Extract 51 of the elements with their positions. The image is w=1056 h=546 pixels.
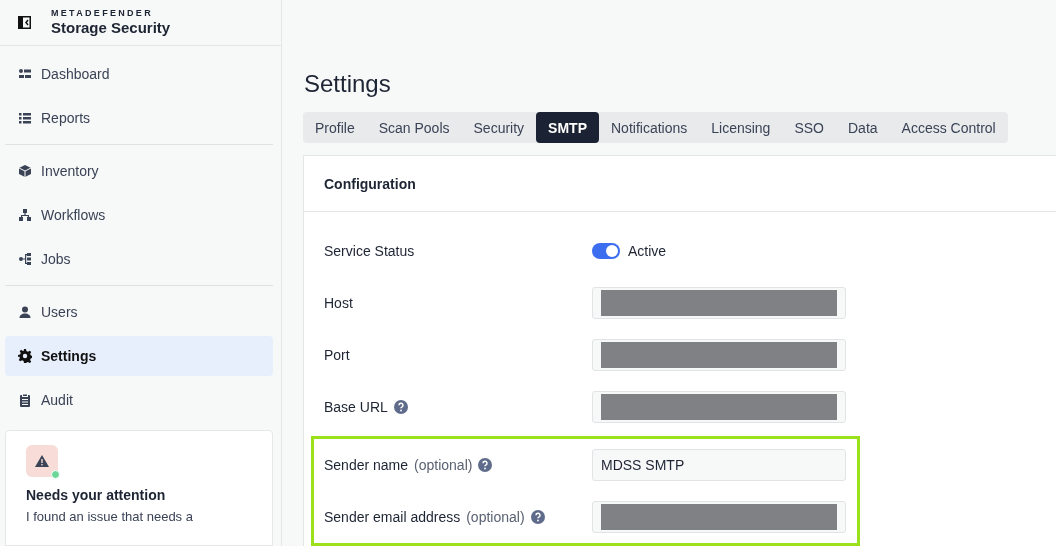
sidebar-item[interactable]: Jobs	[5, 239, 273, 279]
sidebar-item[interactable]: Settings	[5, 336, 273, 376]
clipboard-icon	[18, 393, 32, 407]
sidebar-item[interactable]: Reports	[5, 98, 273, 138]
tab[interactable]: Notifications	[599, 112, 700, 143]
tab[interactable]: Profile	[303, 112, 367, 143]
alert-text: I found an issue that needs a	[26, 509, 194, 524]
tab[interactable]: Scan Pools	[366, 112, 462, 143]
help-icon[interactable]	[478, 458, 493, 472]
input-field[interactable]	[592, 391, 846, 423]
dashboard-icon	[18, 67, 32, 81]
cube-icon	[18, 164, 32, 178]
input-field[interactable]	[592, 339, 846, 371]
status-toggle[interactable]	[592, 243, 620, 259]
field-label: Port	[324, 347, 350, 363]
brand-title: Storage Security	[51, 19, 171, 37]
tab[interactable]: Data	[836, 112, 890, 143]
user-icon	[18, 305, 32, 319]
sidebar-item[interactable]: Users	[5, 292, 273, 332]
input-field[interactable]	[592, 501, 846, 533]
tab[interactable]: Security	[461, 112, 537, 143]
hierarchy-icon	[18, 208, 32, 222]
field-label: Host	[324, 295, 353, 311]
page-title: Settings	[304, 70, 392, 98]
help-icon[interactable]	[393, 400, 408, 414]
sidebar-collapse-icon[interactable]	[18, 16, 31, 29]
tab[interactable]: Access Control	[889, 112, 1008, 143]
status-value: Active	[628, 243, 667, 259]
optional-note: (optional)	[466, 509, 525, 525]
sidebar-item[interactable]: Inventory	[5, 151, 273, 191]
tab[interactable]: SSO	[782, 112, 836, 143]
settings-icon	[18, 349, 32, 363]
input-field[interactable]	[592, 287, 846, 319]
field-label: Base URL	[324, 399, 388, 415]
brand-overline: METADEFENDER	[51, 8, 154, 19]
tab[interactable]: SMTP	[536, 112, 599, 143]
tab[interactable]: Licensing	[699, 112, 783, 143]
field-label: Sender name	[324, 457, 409, 473]
sidebar-item[interactable]: Dashboard	[5, 54, 273, 94]
card-title: Configuration	[324, 175, 416, 192]
field-label: Service Status	[324, 243, 415, 259]
sidebar-item[interactable]: Audit	[5, 380, 273, 420]
sidebar-item[interactable]: Workflows	[5, 195, 273, 235]
input-field[interactable]: MDSS SMTP	[592, 449, 846, 481]
warning-icon	[26, 445, 58, 477]
alert-title: Needs your attention	[26, 487, 167, 503]
optional-note: (optional)	[414, 457, 473, 473]
help-icon[interactable]	[530, 510, 545, 524]
branch-icon	[18, 252, 32, 266]
list-icon	[18, 111, 32, 125]
field-label: Sender email address	[324, 509, 461, 525]
